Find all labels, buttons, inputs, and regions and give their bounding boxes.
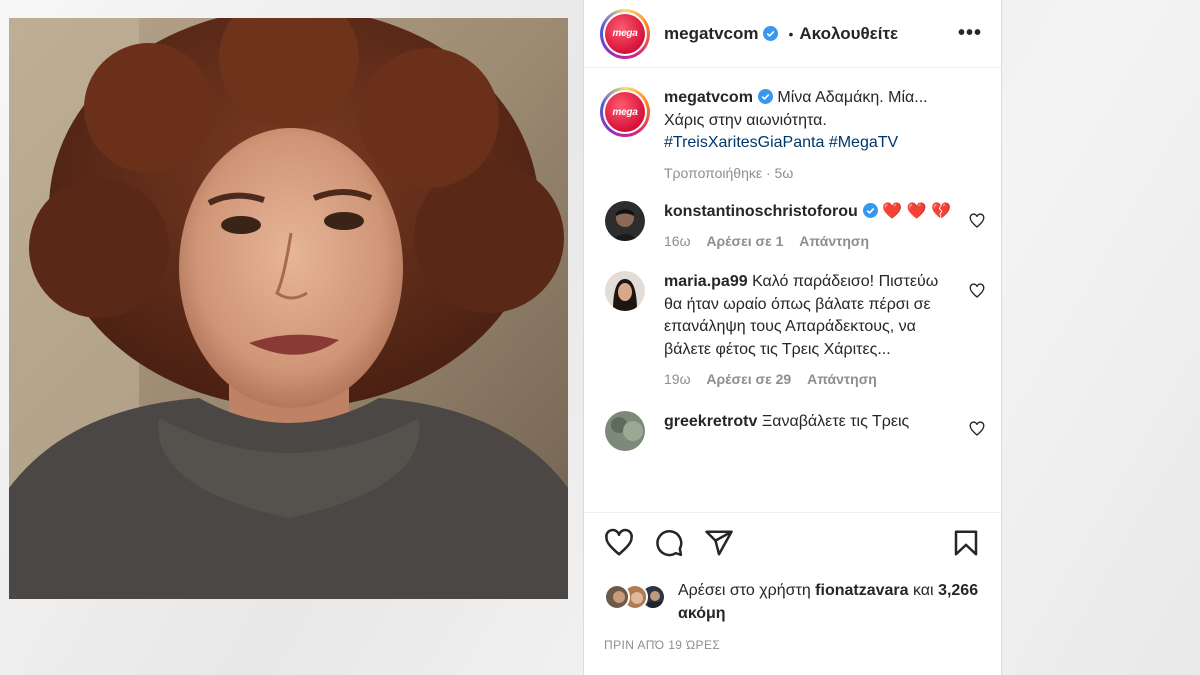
comment-bubble-icon[interactable] [654, 528, 684, 558]
likes-text: Αρέσει στο χρήστη fionatzavara και 3,266… [678, 580, 985, 625]
comment-time: 16ω [664, 233, 691, 249]
caption-time: · 5ω [766, 164, 794, 181]
portrait-image [9, 18, 568, 599]
commenter-avatar[interactable] [605, 200, 645, 241]
separator-dot: • [788, 25, 794, 42]
post-detail-panel: mega megatvcom • Ακολουθείτε ••• mega me… [583, 0, 1002, 675]
verified-badge-icon [862, 202, 878, 218]
comment-text: Ξαναβάλετε τις Τρεις [761, 413, 910, 430]
more-options-button[interactable]: ••• [955, 22, 985, 45]
comment-time: 19ω [664, 371, 691, 387]
comment-row: konstantinoschristoforou ❤️ ❤️ 💔 16ω Αρέ… [600, 200, 985, 249]
comment-text: ❤️ ❤️ 💔 [882, 202, 951, 220]
commenter-username[interactable]: konstantinoschristoforou [664, 203, 858, 220]
author-username[interactable]: megatvcom [664, 24, 758, 44]
commenter-username[interactable]: maria.pa99 [664, 273, 748, 290]
comment-likes-button[interactable]: Αρέσει σε 29 [706, 371, 791, 387]
edited-label: Τροποποιήθηκε [664, 164, 763, 181]
verified-badge-icon [763, 26, 779, 41]
post-timestamp[interactable]: ΠΡΙΝ ΑΠΌ 19 ΏΡΕΣ [604, 638, 720, 652]
comment-row: maria.pa99 Καλό παράδεισο! Πιστεύω θα ήτ… [600, 271, 985, 387]
commenter-username[interactable]: greekretrotv [664, 413, 757, 430]
comments-list[interactable]: mega megatvcom Μίνα Αδαμάκη. Μία... Χάρι… [584, 69, 1001, 512]
post-photo[interactable] [9, 18, 568, 599]
like-comment-heart-icon[interactable] [969, 212, 985, 229]
like-heart-icon[interactable] [604, 528, 634, 558]
author-avatar[interactable]: mega [600, 8, 650, 59]
mega-logo: mega [605, 92, 645, 132]
verified-badge-icon [757, 89, 773, 104]
commenter-avatar[interactable] [605, 411, 645, 451]
likes-summary: Αρέσει στο χρήστη fionatzavara και 3,266… [604, 580, 985, 625]
commenter-avatar[interactable] [605, 271, 645, 311]
caption-hashtags[interactable]: #TreisXaritesGiaPanta #MegaTV [664, 134, 898, 151]
caption-author-avatar[interactable]: mega [600, 87, 650, 137]
liker-avatars[interactable] [604, 584, 666, 612]
following-button[interactable]: Ακολουθείτε [799, 24, 898, 44]
reply-button[interactable]: Απάντηση [807, 371, 877, 387]
like-comment-heart-icon[interactable] [969, 421, 985, 437]
save-bookmark-icon[interactable] [951, 528, 981, 558]
comment-meta: 19ω Αρέσει σε 29 Απάντηση [664, 371, 985, 387]
like-comment-heart-icon[interactable] [969, 283, 985, 299]
comment-likes-button[interactable]: Αρέσει σε 1 [706, 233, 783, 249]
comment-meta: 16ω Αρέσει σε 1 Απάντηση [664, 233, 985, 249]
reply-button[interactable]: Απάντηση [799, 233, 869, 249]
caption-row: mega megatvcom Μίνα Αδαμάκη. Μία... Χάρι… [600, 87, 985, 181]
post-media-area [0, 0, 583, 675]
comment-row: greekretrotv Ξαναβάλετε τις Τρεις [600, 411, 985, 451]
likes-conj: και [913, 582, 934, 599]
caption-meta: Τροποποιήθηκε · 5ω [664, 165, 954, 181]
mega-logo: mega [605, 13, 645, 54]
share-paper-plane-icon[interactable] [704, 528, 734, 558]
likes-prefix: Αρέσει στο χρήστη [678, 582, 811, 599]
caption-username[interactable]: megatvcom [664, 89, 753, 106]
liker-username[interactable]: fionatzavara [815, 582, 908, 599]
post-header: mega megatvcom • Ακολουθείτε ••• [584, 0, 1001, 68]
post-actions-bar [584, 512, 1001, 572]
